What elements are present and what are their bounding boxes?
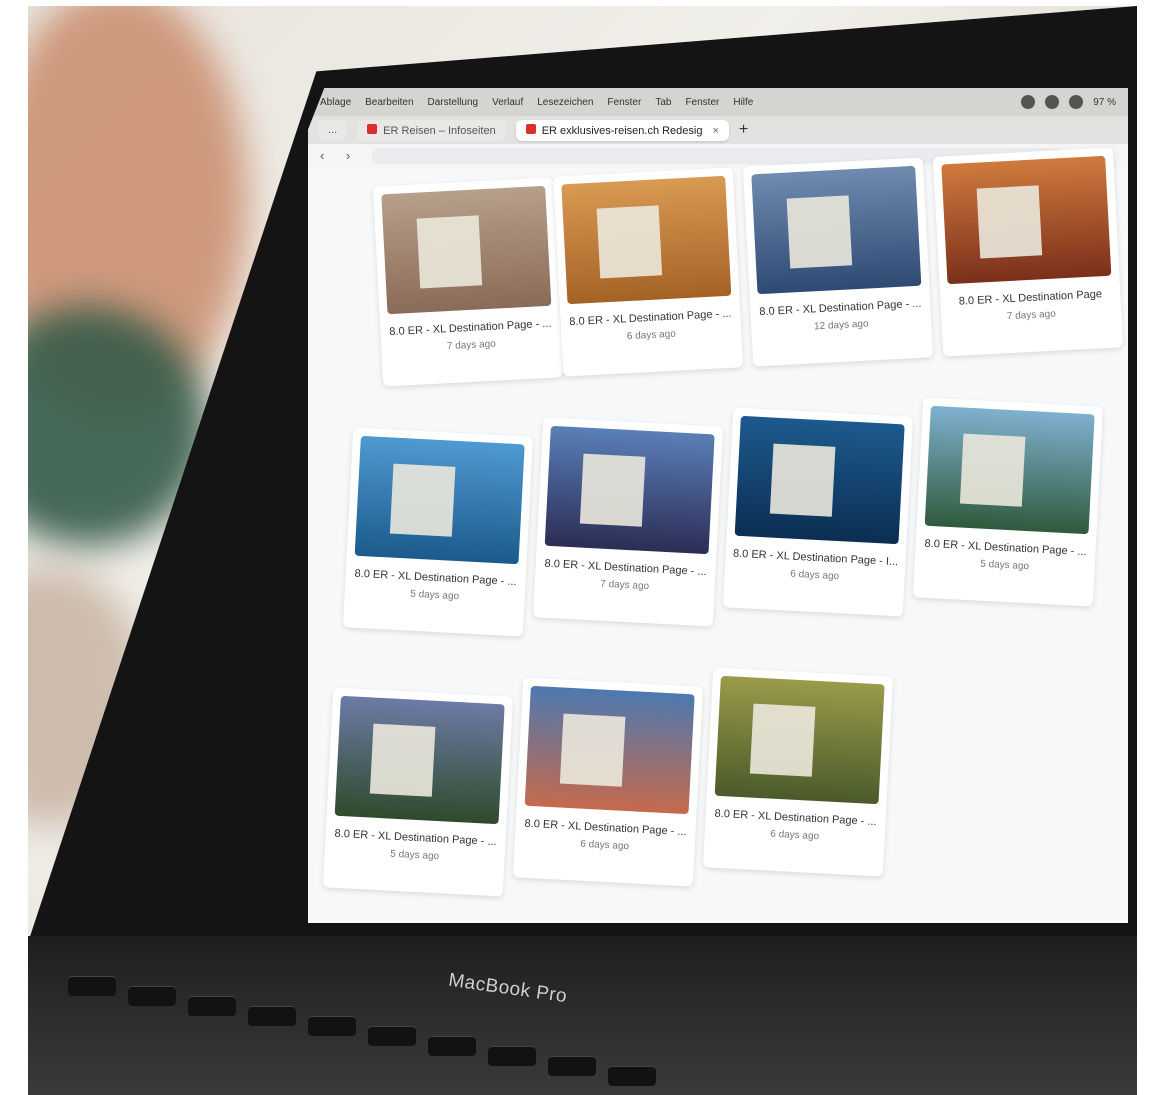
menu-item[interactable]: Tab <box>655 97 671 108</box>
close-icon[interactable]: × <box>712 125 718 137</box>
thumbnail-panel <box>769 443 836 517</box>
thumbnail-panel <box>596 205 663 279</box>
back-icon[interactable]: ‹ <box>320 149 334 163</box>
card-thumbnail <box>714 675 885 805</box>
card-thumbnail <box>751 165 922 295</box>
thumbnail-panel <box>369 723 436 797</box>
card-thumbnail <box>524 685 695 815</box>
keyboard-key <box>488 1046 536 1066</box>
card-title: 8.0 ER - XL Destination Page - ... <box>544 557 707 579</box>
card-thumbnail <box>734 415 905 545</box>
keyboard-key <box>68 976 116 996</box>
keyboard-key <box>248 1006 296 1026</box>
destination-card[interactable]: 8.0 ER - XL Destination Page 7 days ago <box>932 147 1124 357</box>
status-icon[interactable] <box>1021 95 1036 109</box>
card-date: 6 days ago <box>579 838 630 853</box>
card-thumbnail <box>334 695 505 825</box>
destination-card[interactable]: 8.0 ER - XL Destination Page - ... 5 day… <box>342 427 534 637</box>
destination-card[interactable]: 8.0 ER - XL Destination Page - ... 5 day… <box>322 687 514 897</box>
browser-tab-active[interactable]: ER exklusives-reisen.ch Redesig × <box>515 119 729 141</box>
keyboard-key <box>428 1036 476 1056</box>
menu-item[interactable]: Ablage <box>320 97 351 108</box>
destination-card[interactable]: 8.0 ER - XL Destination Page - ... 6 day… <box>702 667 894 877</box>
menu-item[interactable]: Hilfe <box>733 97 753 108</box>
card-title: 8.0 ER - XL Destination Page - I... <box>732 547 899 569</box>
thumbnail-panel <box>416 215 483 289</box>
status-icon[interactable] <box>1045 95 1060 109</box>
card-date: 5 days ago <box>409 588 460 603</box>
card-title: 8.0 ER - XL Destination Page - ... <box>569 307 732 329</box>
destination-card[interactable]: 8.0 ER - XL Destination Page - ... 6 day… <box>552 167 744 377</box>
menu-item[interactable]: Fenster <box>685 97 719 108</box>
menu-item[interactable]: Lesezeichen <box>537 97 593 108</box>
card-date: 7 days ago <box>1006 308 1057 323</box>
card-thumbnail <box>941 155 1112 285</box>
thumbnail-panel <box>786 195 853 269</box>
thumbnail-panel <box>559 713 626 787</box>
browser-tab[interactable]: ER Reisen – Infoseiten <box>357 119 506 141</box>
menu-item[interactable]: Bearbeiten <box>365 97 413 108</box>
thumbnail-panel <box>959 433 1026 507</box>
card-thumbnail <box>924 405 1095 535</box>
battery-indicator[interactable]: 97 % <box>1093 97 1116 108</box>
menu-item[interactable]: Fenster <box>607 97 641 108</box>
destination-card[interactable]: 8.0 ER - XL Destination Page - ... 6 day… <box>512 677 704 887</box>
keyboard-key <box>548 1056 596 1076</box>
keyboard-key <box>608 1066 656 1086</box>
card-title: 8.0 ER - XL Destination Page - ... <box>354 567 517 589</box>
card-date: 12 days ago <box>813 318 869 333</box>
status-bar: 97 % <box>1021 95 1116 109</box>
photo-frame: Ablage Bearbeiten Darstellung Verlauf Le… <box>28 6 1137 1095</box>
card-title: 8.0 ER - XL Destination Page - ... <box>759 297 922 319</box>
browser-tabbar: ... ER Reisen – Infoseiten ER exklusives… <box>308 116 1128 144</box>
destination-card[interactable]: 8.0 ER - XL Destination Page - ... 7 day… <box>372 177 564 387</box>
card-date: 6 days ago <box>769 828 820 843</box>
destination-card[interactable]: 8.0 ER - XL Destination Page - I... 6 da… <box>722 407 914 617</box>
destination-grid: 8.0 ER - XL Destination Page - ... 7 day… <box>308 147 1128 922</box>
card-thumbnail <box>381 185 552 315</box>
card-date: 5 days ago <box>389 848 440 863</box>
thumbnail-panel <box>976 185 1043 259</box>
keyboard-key <box>308 1016 356 1036</box>
card-thumbnail <box>561 175 732 305</box>
card-title: 8.0 ER - XL Destination Page - ... <box>524 817 687 839</box>
card-thumbnail <box>354 435 525 565</box>
card-thumbnail <box>544 425 715 555</box>
card-date: 6 days ago <box>626 328 677 343</box>
card-title: 8.0 ER - XL Destination Page - ... <box>924 537 1087 559</box>
forward-icon[interactable]: › <box>346 149 360 163</box>
favicon-icon <box>525 123 536 134</box>
card-date: 6 days ago <box>789 568 840 583</box>
destination-card[interactable]: 8.0 ER - XL Destination Page - ... 7 day… <box>532 417 724 627</box>
keyboard-key <box>368 1026 416 1046</box>
thumbnail-panel <box>389 463 456 537</box>
card-title: 8.0 ER - XL Destination Page - ... <box>389 317 552 339</box>
destination-card[interactable]: 8.0 ER - XL Destination Page - ... 12 da… <box>742 157 934 367</box>
laptop-screen: Ablage Bearbeiten Darstellung Verlauf Le… <box>308 88 1128 923</box>
card-title: 8.0 ER - XL Destination Page <box>958 288 1103 308</box>
keyboard-key <box>128 986 176 1006</box>
browser-tab[interactable]: ... <box>318 120 348 140</box>
system-menubar: Ablage Bearbeiten Darstellung Verlauf Le… <box>308 88 1128 116</box>
thumbnail-panel <box>749 703 816 777</box>
keyboard-key <box>188 996 236 1016</box>
new-tab-button[interactable]: + <box>739 121 748 139</box>
card-date: 5 days ago <box>979 558 1030 573</box>
status-icon[interactable] <box>1069 95 1084 109</box>
laptop: Ablage Bearbeiten Darstellung Verlauf Le… <box>28 6 1137 1095</box>
menu-item[interactable]: Darstellung <box>428 97 479 108</box>
laptop-base <box>28 936 1137 1095</box>
menu-item[interactable]: Verlauf <box>492 97 523 108</box>
thumbnail-panel <box>579 453 646 527</box>
card-title: 8.0 ER - XL Destination Page - ... <box>334 827 497 849</box>
card-date: 7 days ago <box>599 578 650 593</box>
card-title: 8.0 ER - XL Destination Page - ... <box>714 807 877 829</box>
destination-card[interactable]: 8.0 ER - XL Destination Page - ... 5 day… <box>912 397 1104 607</box>
favicon-icon <box>367 123 378 134</box>
card-date: 7 days ago <box>446 338 497 353</box>
